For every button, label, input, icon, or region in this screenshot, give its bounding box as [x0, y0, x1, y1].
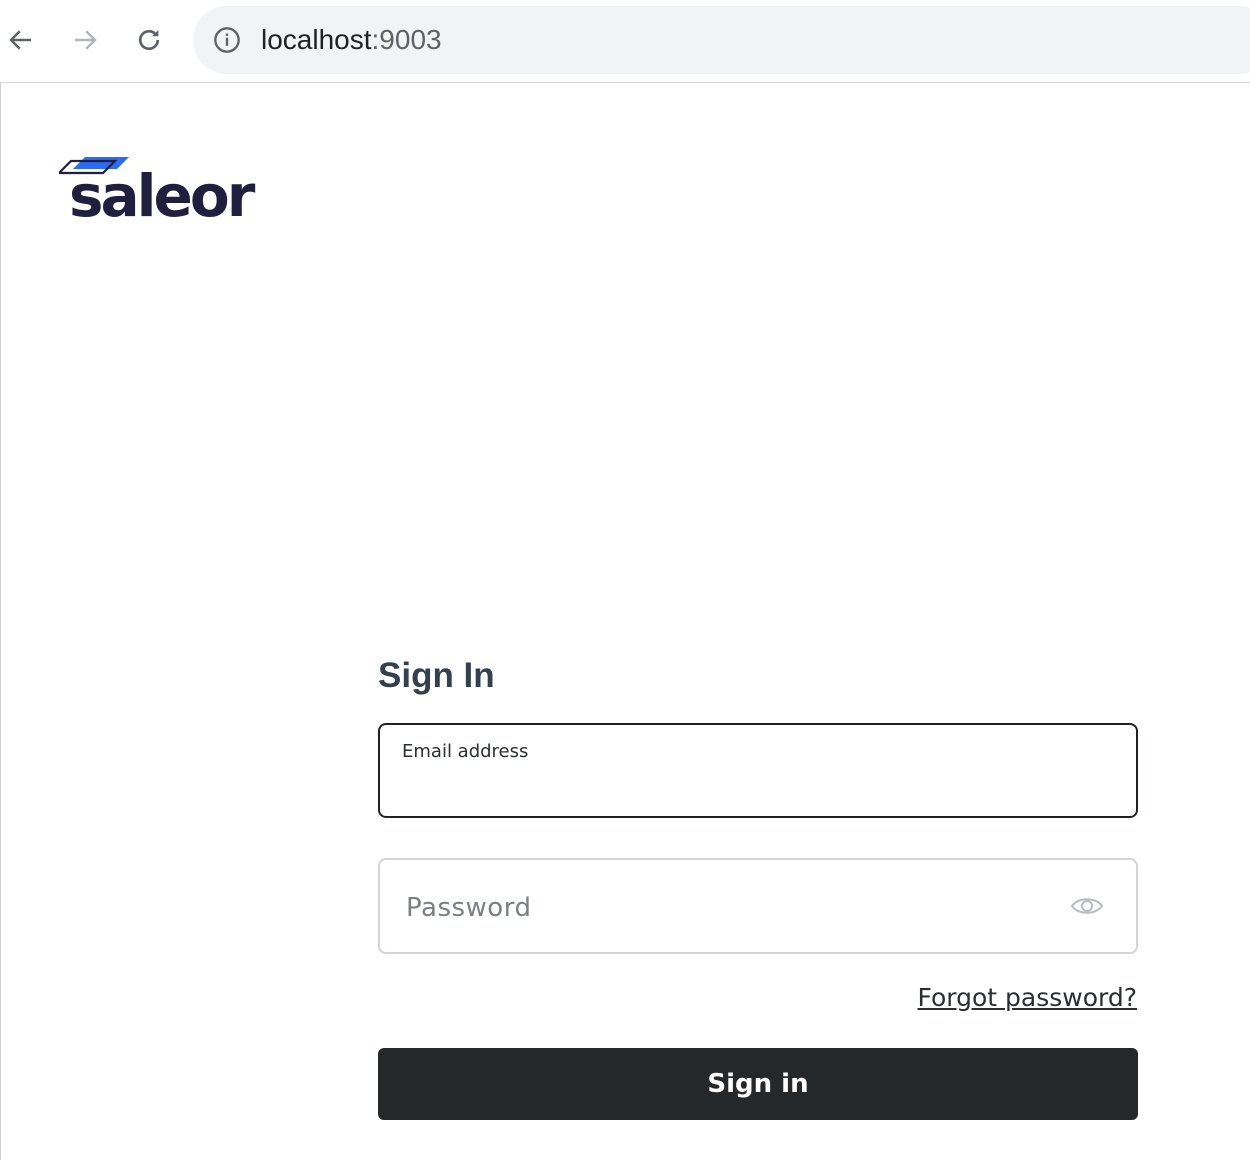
back-button[interactable]	[3, 22, 39, 58]
password-input[interactable]	[406, 890, 1046, 926]
browser-toolbar: localhost:9003	[0, 0, 1250, 83]
forgot-password-link[interactable]: Forgot password?	[918, 983, 1138, 1012]
login-page: saleor Sign In Email address Forgot pass…	[0, 83, 1250, 1160]
email-input[interactable]	[402, 771, 1106, 805]
reload-icon	[138, 29, 160, 51]
email-field[interactable]: Email address	[378, 723, 1138, 818]
page-title: Sign In	[378, 656, 495, 695]
address-bar[interactable]: localhost:9003	[193, 6, 1250, 74]
email-label: Email address	[402, 741, 529, 762]
eye-icon[interactable]	[1070, 892, 1104, 920]
saleor-logo: saleor	[59, 155, 255, 230]
arrow-right-icon	[75, 30, 97, 50]
url-text[interactable]: localhost:9003	[261, 23, 442, 57]
password-field[interactable]	[378, 858, 1138, 954]
url-port: :9003	[371, 24, 442, 55]
sign-in-button[interactable]: Sign in	[378, 1048, 1138, 1120]
forward-button[interactable]	[67, 22, 103, 58]
reload-button[interactable]	[131, 22, 167, 58]
arrow-left-icon	[9, 30, 31, 50]
info-icon[interactable]	[213, 26, 241, 54]
logo-wordmark: saleor	[69, 162, 255, 230]
url-host: localhost	[261, 24, 372, 55]
